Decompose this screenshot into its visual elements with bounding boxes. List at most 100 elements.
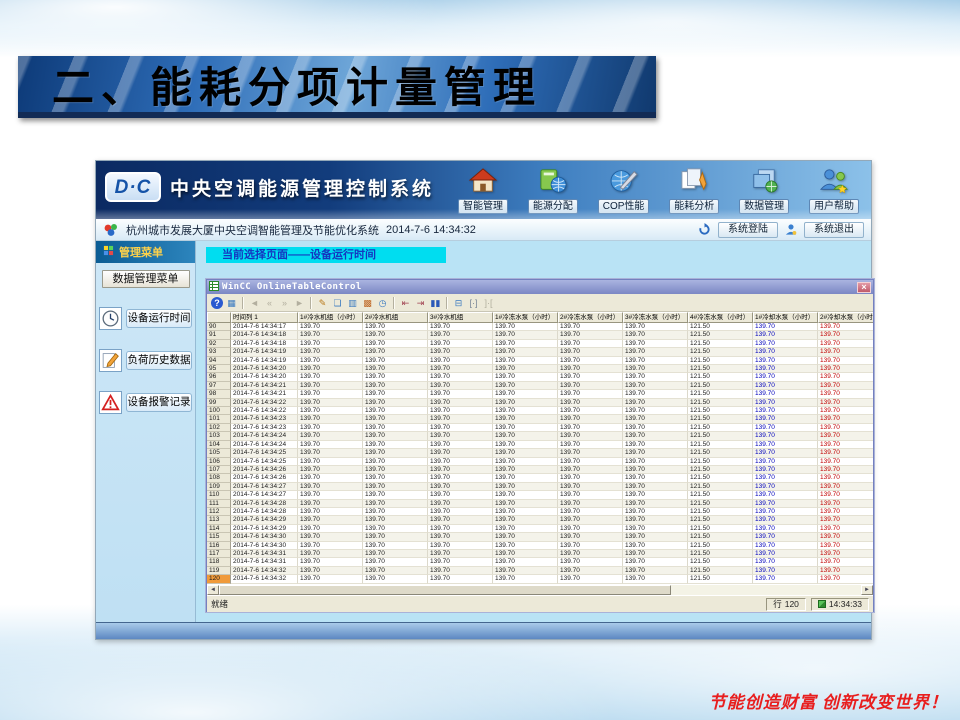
data-menu-button[interactable]: 数据管理菜单 [102, 270, 190, 288]
edit-icon[interactable]: ✎ [316, 296, 329, 310]
online-mode-icon: ]·[ [482, 296, 495, 310]
value-cell: 139.70 [818, 575, 873, 583]
system-login-button[interactable]: 系统登陆 [718, 222, 778, 238]
table-row[interactable]: 1032014-7-6 14:34:24139.70139.70139.7013… [207, 432, 873, 440]
export-start-icon[interactable]: ⇤ [399, 296, 412, 310]
table-row[interactable]: 1092014-7-6 14:34:27139.70139.70139.7013… [207, 483, 873, 491]
table-row[interactable]: 902014-7-6 14:34:17139.70139.70139.70139… [207, 323, 873, 331]
table-row[interactable]: 1012014-7-6 14:34:23139.70139.70139.7013… [207, 415, 873, 423]
table-row[interactable]: 942014-7-6 14:34:19139.70139.70139.70139… [207, 357, 873, 365]
nav-button-5[interactable]: 数据管理 [739, 167, 789, 214]
column-header[interactable]: 2#冷却水泵（小时） [818, 312, 873, 323]
table-row[interactable]: 1152014-7-6 14:34:30139.70139.70139.7013… [207, 533, 873, 541]
value-cell: 139.70 [623, 491, 688, 499]
table-row[interactable]: 1072014-7-6 14:34:26139.70139.70139.7013… [207, 466, 873, 474]
table-row[interactable]: 1122014-7-6 14:34:28139.70139.70139.7013… [207, 508, 873, 516]
table-row[interactable]: 962014-7-6 14:34:20139.70139.70139.70139… [207, 373, 873, 381]
value-cell: 139.70 [428, 441, 493, 449]
select-columns-icon[interactable]: ▥ [346, 296, 359, 310]
nav-button-6[interactable]: 用户帮助 [809, 167, 859, 214]
value-cell: 139.70 [623, 407, 688, 415]
export-stop-icon[interactable]: ⇥ [414, 296, 427, 310]
table-row[interactable]: 1002014-7-6 14:34:22139.70139.70139.7013… [207, 407, 873, 415]
scroll-right-icon[interactable]: ► [861, 585, 873, 595]
table-row[interactable]: 1132014-7-6 14:34:29139.70139.70139.7013… [207, 516, 873, 524]
time-base-icon[interactable]: ◷ [376, 296, 389, 310]
nav-button-2[interactable]: 能源分配 [528, 167, 578, 214]
scroll-left-icon[interactable]: ◄ [207, 585, 219, 595]
status-time-value: 14:34:33 [829, 598, 862, 610]
value-cell: 139.70 [493, 458, 558, 466]
table-row[interactable]: 992014-7-6 14:34:22139.70139.70139.70139… [207, 399, 873, 407]
table-row[interactable]: 1082014-7-6 14:34:26139.70139.70139.7013… [207, 474, 873, 482]
print-icon[interactable]: ⊟ [452, 296, 465, 310]
status-row-indicator: 行 120 [766, 598, 806, 611]
row-number-cell: 93 [207, 348, 231, 356]
value-cell: 139.70 [298, 399, 363, 407]
column-header[interactable]: 2#冷冻水泵（小时） [558, 312, 623, 323]
table-row[interactable]: 1062014-7-6 14:34:25139.70139.70139.7013… [207, 458, 873, 466]
value-cell: 139.70 [363, 365, 428, 373]
value-cell: 121.50 [688, 500, 753, 508]
table-row[interactable]: 1142014-7-6 14:34:29139.70139.70139.7013… [207, 525, 873, 533]
edit-mode-icon[interactable]: [·] [467, 296, 480, 310]
configuration-icon[interactable]: ▦ [225, 296, 238, 310]
table-row[interactable]: 982014-7-6 14:34:21139.70139.70139.70139… [207, 390, 873, 398]
help-icon[interactable]: ? [211, 297, 223, 309]
table-row[interactable]: 1202014-7-6 14:34:32139.70139.70139.7013… [207, 575, 873, 583]
column-header[interactable]: 3#冷冻水泵（小时） [623, 312, 688, 323]
copy-rows-icon[interactable]: ❏ [331, 296, 344, 310]
horizontal-scrollbar[interactable]: ◄ ► [207, 584, 873, 595]
table-row[interactable]: 1162014-7-6 14:34:30139.70139.70139.7013… [207, 542, 873, 550]
table-row[interactable]: 1182014-7-6 14:34:31139.70139.70139.7013… [207, 558, 873, 566]
table-row[interactable]: 912014-7-6 14:34:18139.70139.70139.70139… [207, 331, 873, 339]
value-cell: 139.70 [753, 323, 818, 331]
nav-button-1[interactable]: 智能管理 [458, 167, 508, 214]
energy-allocation-icon [538, 167, 568, 198]
table-row[interactable]: 932014-7-6 14:34:19139.70139.70139.70139… [207, 348, 873, 356]
value-cell: 139.70 [558, 399, 623, 407]
row-number-cell: 92 [207, 340, 231, 348]
column-header[interactable]: 时间列 1 [231, 312, 298, 323]
close-icon[interactable]: × [857, 282, 871, 293]
table-row[interactable]: 972014-7-6 14:34:21139.70139.70139.70139… [207, 382, 873, 390]
app-window: D·C 中央空调能源管理控制系统 智能管理能源分配COP性能能耗分析数据管理用户… [95, 160, 872, 640]
value-cell: 139.70 [363, 449, 428, 457]
table-row[interactable]: 1112014-7-6 14:34:28139.70139.70139.7013… [207, 500, 873, 508]
sidebar-item-label[interactable]: 负荷历史数据 [126, 351, 192, 370]
system-name: 杭州城市发展大厦中央空调智能管理及节能优化系统 [126, 222, 379, 238]
table-row[interactable]: 952014-7-6 14:34:20139.70139.70139.70139… [207, 365, 873, 373]
table-row[interactable]: 1172014-7-6 14:34:31139.70139.70139.7013… [207, 550, 873, 558]
column-header[interactable]: 2#冷水机组 [363, 312, 428, 323]
select-timerange-icon[interactable]: ▩ [361, 296, 374, 310]
value-cell: 139.70 [363, 407, 428, 415]
sidebar: 管理菜单 数据管理菜单 设备运行时间负荷历史数据设备报警记录 [96, 241, 196, 622]
column-header[interactable]: 4#冷冻水泵（小时） [688, 312, 753, 323]
row-number-cell: 119 [207, 567, 231, 575]
table-row[interactable]: 1052014-7-6 14:34:25139.70139.70139.7013… [207, 449, 873, 457]
table-row[interactable]: 1042014-7-6 14:34:24139.70139.70139.7013… [207, 441, 873, 449]
pause-icon[interactable]: ▮▮ [429, 296, 442, 310]
value-cell: 121.50 [688, 550, 753, 558]
table-row[interactable]: 922014-7-6 14:34:18139.70139.70139.70139… [207, 340, 873, 348]
scrollbar-thumb[interactable] [219, 585, 671, 595]
column-header[interactable]: 3#冷水机组 [428, 312, 493, 323]
value-cell: 139.70 [753, 550, 818, 558]
table-row[interactable]: 1102014-7-6 14:34:27139.70139.70139.7013… [207, 491, 873, 499]
row-number-cell: 115 [207, 533, 231, 541]
row-number-cell: 116 [207, 542, 231, 550]
sidebar-item-label[interactable]: 设备报警记录 [126, 393, 192, 412]
system-logout-button[interactable]: 系统退出 [804, 222, 864, 238]
status-row-label: 行 [773, 598, 782, 610]
user-help-icon [819, 167, 849, 198]
column-header[interactable]: 1#冷却水泵（小时） [753, 312, 818, 323]
sidebar-item-label[interactable]: 设备运行时间 [126, 309, 192, 328]
table-row[interactable]: 1022014-7-6 14:34:23139.70139.70139.7013… [207, 424, 873, 432]
nav-button-3[interactable]: COP性能 [598, 167, 650, 214]
row-number-cell: 91 [207, 331, 231, 339]
column-header[interactable]: 1#冷冻水泵（小时） [493, 312, 558, 323]
nav-button-4[interactable]: 能耗分析 [669, 167, 719, 214]
value-cell: 139.70 [493, 516, 558, 524]
column-header[interactable]: 1#冷水机组（小时） [298, 312, 363, 323]
table-row[interactable]: 1192014-7-6 14:34:32139.70139.70139.7013… [207, 567, 873, 575]
